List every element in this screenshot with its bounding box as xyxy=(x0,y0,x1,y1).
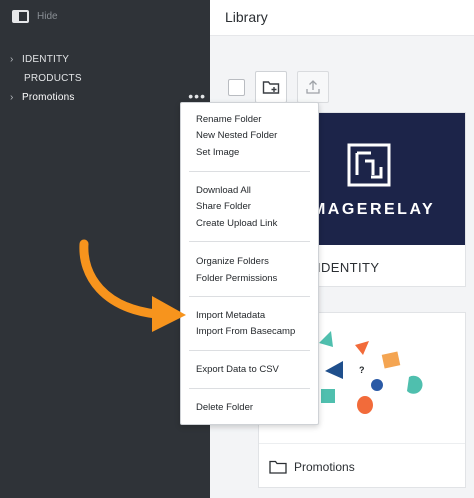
toolbar xyxy=(228,71,329,103)
folder-tree: › IDENTITY PRODUCTS › Promotions ••• xyxy=(10,50,206,107)
brand-logo xyxy=(347,143,391,187)
sidebar-toggle-icon[interactable] xyxy=(12,10,29,23)
upload-icon xyxy=(306,80,320,94)
menu-item-import-from-basecamp[interactable]: Import From Basecamp xyxy=(196,326,295,337)
folder-icon xyxy=(269,460,287,474)
menu-item-create-upload-link[interactable]: Create Upload Link xyxy=(196,218,277,229)
menu-item-rename-folder[interactable]: Rename Folder xyxy=(196,114,261,125)
sidebar-item-products[interactable]: PRODUCTS xyxy=(10,69,206,88)
sidebar-item-identity[interactable]: › IDENTITY xyxy=(10,50,206,69)
sidebar-item-label: IDENTITY xyxy=(22,54,70,65)
chevron-right-icon[interactable]: › xyxy=(10,54,22,65)
new-folder-icon xyxy=(262,81,280,94)
menu-divider xyxy=(189,171,310,172)
chevron-right-icon[interactable]: › xyxy=(10,92,22,103)
menu-divider xyxy=(189,388,310,389)
menu-item-delete-folder[interactable]: Delete Folder xyxy=(196,402,253,413)
folder-card-label: IDENTITY xyxy=(317,260,380,275)
folder-card-footer: Promotions xyxy=(259,443,465,489)
menu-item-set-image[interactable]: Set Image xyxy=(196,147,239,158)
menu-item-download-all[interactable]: Download All xyxy=(196,185,251,196)
menu-divider xyxy=(189,350,310,351)
menu-item-new-nested-folder[interactable]: New Nested Folder xyxy=(196,130,277,141)
upload-button[interactable] xyxy=(297,71,329,103)
menu-divider xyxy=(189,241,310,242)
select-all-checkbox[interactable] xyxy=(228,78,245,96)
sidebar-item-promotions[interactable]: › Promotions ••• xyxy=(10,88,206,107)
topbar: Library xyxy=(210,0,474,36)
menu-item-organize-folders[interactable]: Organize Folders xyxy=(196,256,269,267)
menu-item-share-folder[interactable]: Share Folder xyxy=(196,201,251,212)
menu-item-import-metadata[interactable]: Import Metadata xyxy=(196,310,265,321)
folder-context-menu: Rename Folder New Nested Folder Set Imag… xyxy=(180,102,319,425)
menu-item-export-data-to-csv[interactable]: Export Data to CSV xyxy=(196,364,279,375)
arrow-annotation xyxy=(79,239,186,332)
more-icon[interactable]: ••• xyxy=(188,89,206,103)
sidebar-item-label: PRODUCTS xyxy=(24,73,82,84)
hide-label[interactable]: Hide xyxy=(37,11,58,22)
sidebar-header[interactable]: Hide xyxy=(12,10,58,23)
svg-text:?: ? xyxy=(359,365,365,375)
menu-item-folder-permissions[interactable]: Folder Permissions xyxy=(196,273,277,284)
brand-wordmark: IMAGERELAY xyxy=(305,201,436,218)
new-folder-button[interactable] xyxy=(255,71,287,103)
sidebar-item-label: Promotions xyxy=(22,92,75,103)
folder-card-label: Promotions xyxy=(294,459,355,474)
menu-divider xyxy=(189,296,310,297)
page-title: Library xyxy=(225,9,268,25)
